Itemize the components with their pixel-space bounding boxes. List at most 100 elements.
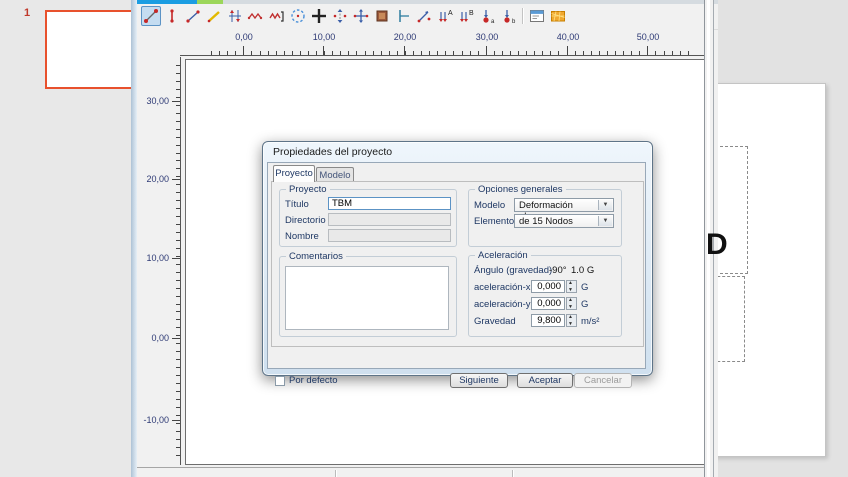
ruler-tick xyxy=(176,272,180,273)
ruler-tick xyxy=(176,145,180,146)
elementos-select-value: de 15 Nodos xyxy=(519,216,573,227)
chevron-down-icon[interactable]: ▼ xyxy=(598,216,612,226)
comentarios-textarea[interactable] xyxy=(285,266,449,330)
group-aceleracion-title: Aceleración xyxy=(475,250,531,261)
ruler-tick xyxy=(176,280,180,281)
ruler-tick xyxy=(655,51,656,55)
dialog-body: Proyecto Modelo Proyecto Título Director… xyxy=(267,162,646,369)
ruler-tick xyxy=(373,51,374,55)
ruler-tick xyxy=(445,51,446,55)
fixed-end-anchor-tool-icon[interactable] xyxy=(267,6,287,26)
ruler-major-tick xyxy=(172,338,180,339)
ruler-tick xyxy=(518,51,519,55)
ruler-tick xyxy=(664,51,665,55)
svg-text:B: B xyxy=(469,10,474,17)
status-bar xyxy=(137,467,712,477)
ruler-tick xyxy=(639,51,640,55)
background-slide-letter: D xyxy=(706,230,728,260)
ruler-tick xyxy=(462,51,463,55)
ruler-tick xyxy=(176,168,180,169)
chevron-down-icon[interactable]: ▼ xyxy=(598,200,612,210)
status-bar-divider xyxy=(335,470,337,477)
horizontal-fixity-tool-icon[interactable] xyxy=(393,6,413,26)
gravedad-unit: m/s² xyxy=(581,316,599,327)
ruler-tick xyxy=(176,415,180,416)
ruler-tick xyxy=(389,51,390,55)
ruler-tick xyxy=(176,455,180,456)
ruler-tick xyxy=(292,51,293,55)
aceleracion-y-label: aceleración-y xyxy=(474,299,531,310)
distributed-load-b-tool-icon[interactable]: B xyxy=(456,6,476,26)
ruler-major-tick xyxy=(172,179,180,180)
aceptar-button[interactable]: Aceptar xyxy=(517,373,573,388)
aceleracion-x-label: aceleración-x xyxy=(474,282,531,293)
ruler-label: 0,00 xyxy=(230,32,258,42)
ruler-major-tick xyxy=(172,258,180,259)
ruler-tick xyxy=(365,51,366,55)
ruler-tick xyxy=(176,351,180,352)
ruler-tick xyxy=(615,51,616,55)
ruler-tick xyxy=(688,51,689,55)
generate-mesh-tool-icon[interactable] xyxy=(548,6,568,26)
ruler-tick xyxy=(176,89,180,90)
geogrid-tool-icon[interactable] xyxy=(204,6,224,26)
tab-proyecto[interactable]: Proyecto xyxy=(273,165,315,182)
ruler-tick xyxy=(227,51,228,55)
ruler-tick xyxy=(526,51,527,55)
status-bar-divider xyxy=(512,470,514,477)
ruler-tick xyxy=(176,73,180,74)
rotation-fixities-tool-icon[interactable] xyxy=(414,6,434,26)
ruler-tick xyxy=(176,367,180,368)
ruler-tick xyxy=(176,65,180,66)
ruler-label: 20,00 xyxy=(137,174,169,184)
prescribed-displacement-tool-icon[interactable] xyxy=(225,6,245,26)
ruler-major-tick xyxy=(404,46,405,55)
slide-number: 1 xyxy=(24,7,30,19)
slide-thumbnail-panel: 1 xyxy=(0,0,138,477)
ruler-tick xyxy=(176,232,180,233)
aceleracion-x-field[interactable] xyxy=(531,280,565,293)
ruler-label: 0,00 xyxy=(137,333,169,343)
ruler-tick xyxy=(356,51,357,55)
ruler-tick xyxy=(176,399,180,400)
ruler-tick xyxy=(381,51,382,55)
point-load-b-tool-icon[interactable]: b xyxy=(498,6,518,26)
total-fixities-tool-icon[interactable] xyxy=(351,6,371,26)
titulo-field[interactable] xyxy=(328,197,451,210)
project-properties-tool-icon[interactable] xyxy=(527,6,547,26)
tab-modelo[interactable]: Modelo xyxy=(316,167,354,182)
tunnel-tool-icon[interactable] xyxy=(288,6,308,26)
geometry-line-tool-icon[interactable] xyxy=(162,6,182,26)
interface-tool-icon[interactable] xyxy=(309,6,329,26)
plate-tool-icon[interactable] xyxy=(183,6,203,26)
point-load-a-tool-icon[interactable]: a xyxy=(477,6,497,26)
screenshot-stage: 1 D ABab 0,0010,0020,0030,0040,0050,00 3… xyxy=(0,0,848,477)
ruler-tick xyxy=(219,51,220,55)
ruler-tick xyxy=(276,51,277,55)
ruler-major-tick xyxy=(486,46,487,55)
gravedad-spinner[interactable] xyxy=(566,314,577,327)
elementos-select[interactable]: de 15 Nodos ▼ xyxy=(514,214,614,228)
ruler-major-tick xyxy=(243,46,244,55)
distributed-load-a-tool-icon[interactable]: A xyxy=(435,6,455,26)
ruler-tick xyxy=(176,264,180,265)
vertical-fixities-tool-icon[interactable] xyxy=(330,6,350,26)
ruler-tick xyxy=(176,153,180,154)
ruler-tick xyxy=(176,383,180,384)
node-to-node-anchor-tool-icon[interactable] xyxy=(246,6,266,26)
selection-tool-icon[interactable] xyxy=(141,6,161,26)
aceleracion-y-spinner[interactable] xyxy=(566,297,577,310)
aceleracion-y-field[interactable] xyxy=(531,297,565,310)
ruler-tick xyxy=(251,51,252,55)
ruler-tick xyxy=(348,51,349,55)
aceleracion-x-spinner[interactable] xyxy=(566,280,577,293)
ruler-tick xyxy=(176,296,180,297)
slide-thumbnail[interactable] xyxy=(45,10,137,89)
material-sets-tool-icon[interactable] xyxy=(372,6,392,26)
ruler-tick xyxy=(453,51,454,55)
por-defecto-checkbox[interactable] xyxy=(275,376,285,386)
modelo-select[interactable]: Deformación plana ▼ xyxy=(514,198,614,212)
siguiente-button[interactable]: Siguiente xyxy=(450,373,508,388)
ruler-tick xyxy=(176,327,180,328)
gravedad-field[interactable] xyxy=(531,314,565,327)
